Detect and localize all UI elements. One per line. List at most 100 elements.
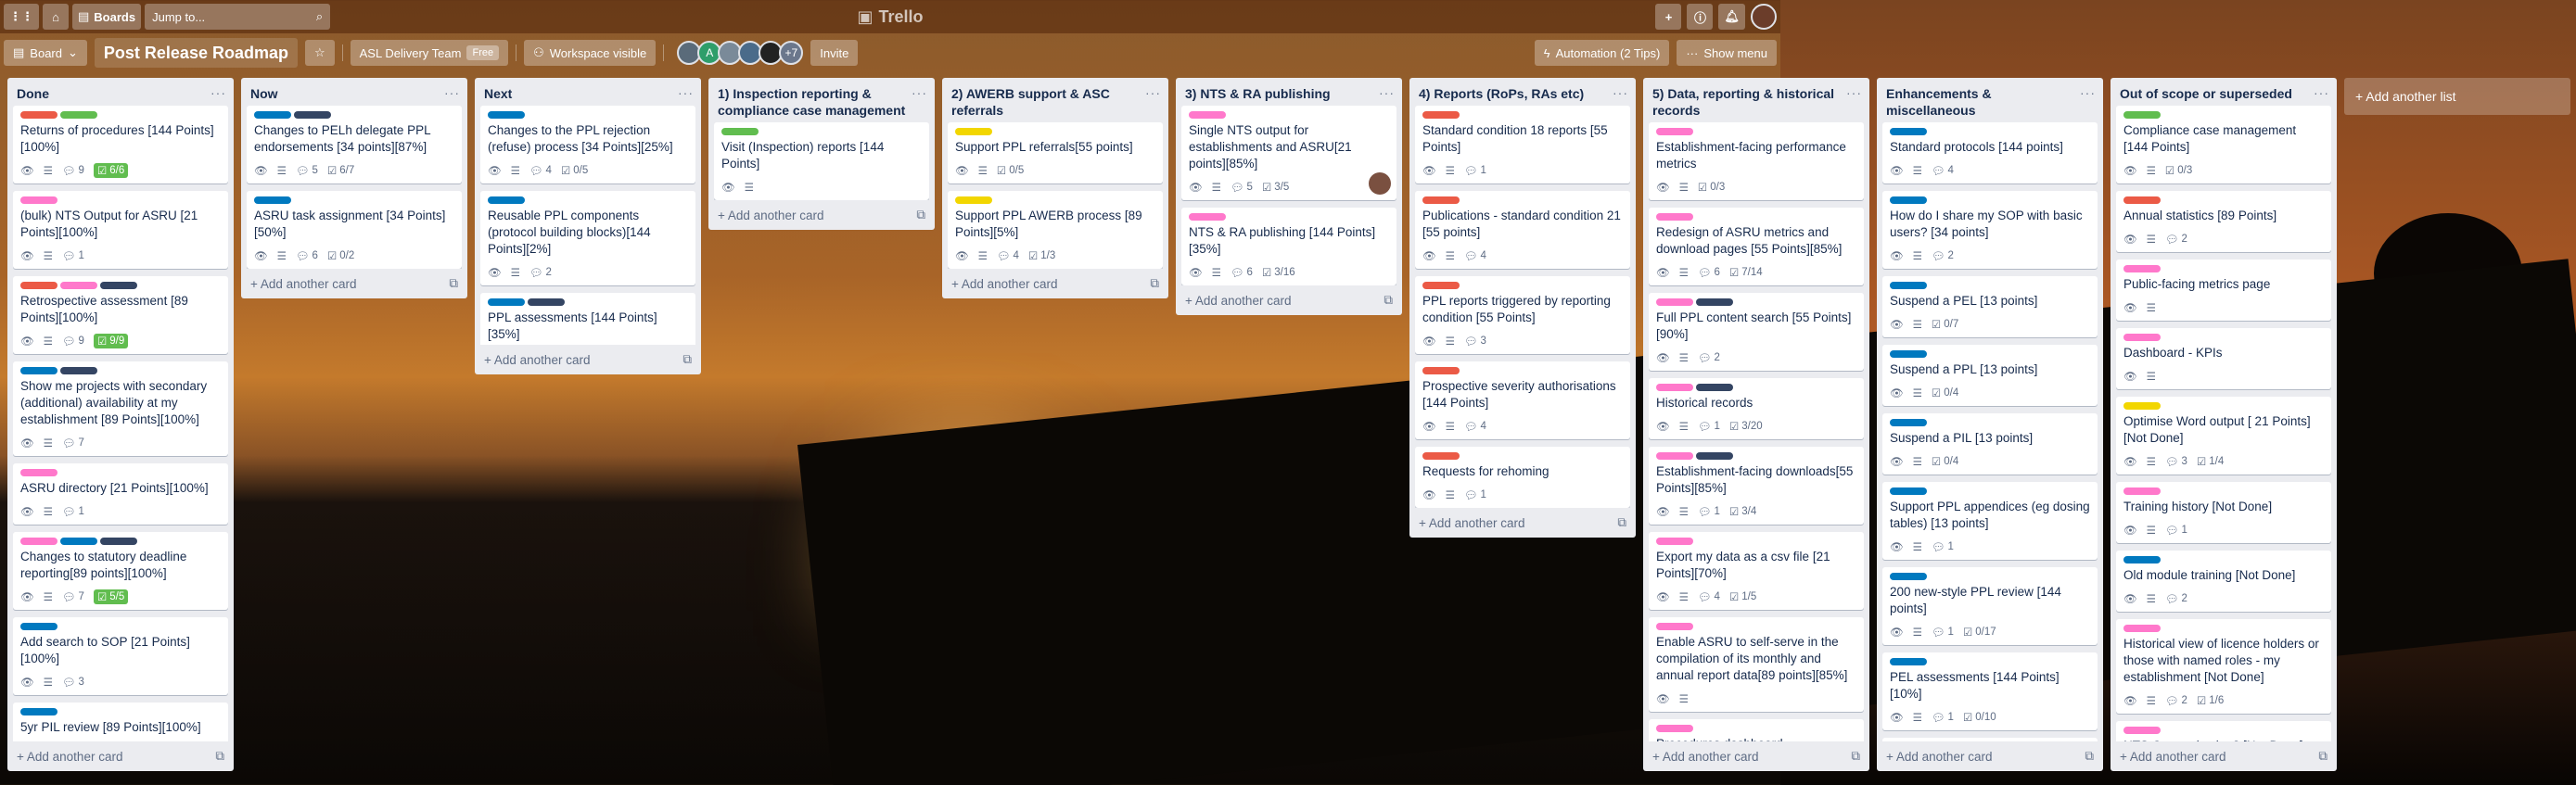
card[interactable]: Support PPL AWERB process [89 Points][5%… <box>948 191 1163 269</box>
add-card-button[interactable]: + Add another card ⧉ <box>1643 741 1869 771</box>
card[interactable]: Export my data as a csv file [21 Points]… <box>1649 532 1864 610</box>
list-menu-icon[interactable]: ··· <box>444 85 460 100</box>
list-header[interactable]: 1) Inspection reporting & compliance cas… <box>708 78 935 122</box>
team-button[interactable]: ASL Delivery Team Free <box>350 40 509 66</box>
card-label[interactable] <box>1189 111 1226 119</box>
card-label[interactable] <box>1696 452 1733 460</box>
card-label[interactable] <box>1422 111 1460 119</box>
list-title[interactable]: 1) Inspection reporting & compliance cas… <box>718 85 912 119</box>
card[interactable]: Requests for rehoming 👁︎ ☰ 💬︎ 1 <box>1415 447 1630 508</box>
template-icon[interactable]: ⧉ <box>1150 276 1159 291</box>
add-card-button[interactable]: + Add another card ⧉ <box>1409 508 1636 538</box>
list-title[interactable]: Out of scope or superseded <box>2120 85 2292 102</box>
list-title[interactable]: Now <box>250 85 278 102</box>
list-header[interactable]: 2) AWERB support & ASC referrals ··· <box>942 78 1168 122</box>
card[interactable]: Standard condition 18 reports [55 Points… <box>1415 106 1630 184</box>
card[interactable]: Enable ASRU to self-serve in the compila… <box>1649 617 1864 712</box>
card[interactable]: Retrospective assessment [89 Points][100… <box>13 276 228 354</box>
card-label[interactable] <box>528 298 565 306</box>
card-label[interactable] <box>60 111 97 119</box>
card[interactable]: Compliance case management [144 Points] 👁… <box>2116 106 2331 184</box>
list-header[interactable]: Next ··· <box>475 78 701 106</box>
card-label[interactable] <box>60 538 97 545</box>
card-member-avatar[interactable] <box>1369 172 1391 195</box>
create-button[interactable]: + <box>1655 4 1682 30</box>
card[interactable]: Redesign of ASRU metrics and download pa… <box>1649 208 1864 285</box>
card[interactable]: ASRU directory [21 Points][100%] 👁︎ ☰ 💬︎ 1 <box>13 463 228 525</box>
card[interactable]: Establishment-facing downloads[55 Points… <box>1649 447 1864 525</box>
add-card-button[interactable]: + Add another card ⧉ <box>2111 741 2337 771</box>
card-label[interactable] <box>1656 213 1693 221</box>
card[interactable]: Single NTS output for establishments and… <box>1181 106 1396 200</box>
card-label[interactable] <box>488 196 525 204</box>
trello-logo[interactable]: ▣ Trello <box>857 7 923 27</box>
template-icon[interactable]: ⧉ <box>1384 293 1393 308</box>
star-button[interactable]: ☆ <box>304 40 335 66</box>
card-label[interactable] <box>20 367 57 374</box>
card[interactable]: PEL assessments [144 Points][10%] 👁︎ ☰ 💬︎ 1 ☑… <box>1882 652 2098 730</box>
card[interactable]: 5yr PIL review [89 Points][100%]👁︎☰💬︎3☑4… <box>13 703 228 741</box>
card[interactable]: Suspend a PPL [13 points] 👁︎ ☰ ☑ 0/4 <box>1882 345 2098 406</box>
card[interactable]: Establishment-facing performance metrics… <box>1649 122 1864 200</box>
card-label[interactable] <box>294 111 331 119</box>
more-members-badge[interactable]: +7 <box>779 41 804 65</box>
card-label[interactable] <box>1422 452 1460 460</box>
card[interactable]: Publications - standard condition 21 [55… <box>1415 191 1630 269</box>
card-label[interactable] <box>2123 402 2161 410</box>
boards-button[interactable]: ▤ Boards <box>72 4 142 30</box>
card-label[interactable] <box>2123 727 2161 734</box>
add-card-button[interactable]: + Add another card ⧉ <box>1176 285 1402 315</box>
card-label[interactable] <box>488 111 525 119</box>
card-label[interactable] <box>1656 623 1693 630</box>
card-label[interactable] <box>1696 298 1733 306</box>
card-label[interactable] <box>20 538 57 545</box>
card[interactable]: Support PPL appendices (eg dosing tables… <box>1882 482 2098 560</box>
card[interactable]: Suspend a PEL [13 points] 👁︎ ☰ ☑ 0/7 <box>1882 276 2098 337</box>
card-label[interactable] <box>1890 487 1927 495</box>
list-title[interactable]: 3) NTS & RA publishing <box>1185 85 1331 102</box>
card-label[interactable] <box>2123 196 2161 204</box>
card[interactable]: Show me projects with secondary (additio… <box>13 361 228 456</box>
card[interactable]: Add search to SOP [21 Points][100%] 👁︎ ☰ 💬︎… <box>13 617 228 695</box>
list-title[interactable]: Done <box>17 85 49 102</box>
card[interactable]: Prospective severity authorisations [144… <box>1415 361 1630 439</box>
list-header[interactable]: Out of scope or superseded ··· <box>2111 78 2337 106</box>
card-label[interactable] <box>2123 334 2161 341</box>
card-label[interactable] <box>2123 487 2161 495</box>
list-title[interactable]: 2) AWERB support & ASC referrals <box>951 85 1145 119</box>
card[interactable]: Historical view of licence holders or th… <box>2116 619 2331 714</box>
info-button[interactable]: ⓘ <box>1687 4 1714 30</box>
list-menu-icon[interactable]: ··· <box>2080 85 2096 100</box>
list-header[interactable]: Done ··· <box>7 78 234 106</box>
card-label[interactable] <box>721 128 759 135</box>
add-card-button[interactable]: + Add another card ⧉ <box>708 200 935 230</box>
card-label[interactable] <box>20 111 57 119</box>
card[interactable]: NTS Categorisation? [Not Done]👁︎☰ <box>2116 721 2331 741</box>
template-icon[interactable]: ⧉ <box>2085 749 2094 764</box>
card[interactable]: PPL assessments [144 Points][35%]👁︎☰💬︎7 <box>480 293 695 345</box>
card-label[interactable] <box>2123 111 2161 119</box>
card-label[interactable] <box>1890 419 1927 426</box>
card-label[interactable] <box>955 196 992 204</box>
list-header[interactable]: 5) Data, reporting & historical records ·… <box>1643 78 1869 122</box>
card[interactable]: PIL assessments👁︎☰ <box>1882 738 2098 741</box>
card-label[interactable] <box>955 128 992 135</box>
card[interactable]: Support PPL referrals[55 points] 👁︎ ☰ ☑ 0/5 <box>948 122 1163 184</box>
template-icon[interactable]: ⧉ <box>1851 749 1860 764</box>
card[interactable]: Dashboard - KPIs 👁︎ ☰ <box>2116 328 2331 389</box>
card[interactable]: Returns of procedures [144 Points][100%]… <box>13 106 228 184</box>
card-label[interactable] <box>100 538 137 545</box>
card-label[interactable] <box>488 298 525 306</box>
card[interactable]: (bulk) NTS Output for ASRU [21 Points][1… <box>13 191 228 269</box>
list-title[interactable]: Next <box>484 85 512 102</box>
card[interactable]: Changes to PELh delegate PPL endorsement… <box>247 106 462 184</box>
card-label[interactable] <box>1422 367 1460 374</box>
card-label[interactable] <box>2123 265 2161 272</box>
card[interactable]: Old module training [Not Done] 👁︎ ☰ 💬︎ 2 <box>2116 551 2331 612</box>
card[interactable]: NTS & RA publishing [144 Points][35%] 👁︎ ☰… <box>1181 208 1396 285</box>
board-view-switcher[interactable]: ▤ Board ⌄ <box>4 40 87 66</box>
list-header[interactable]: Now ··· <box>241 78 467 106</box>
card-label[interactable] <box>1656 384 1693 391</box>
card[interactable]: Standard protocols [144 points] 👁︎ ☰ 💬︎ 4 <box>1882 122 2098 184</box>
card-label[interactable] <box>254 111 291 119</box>
